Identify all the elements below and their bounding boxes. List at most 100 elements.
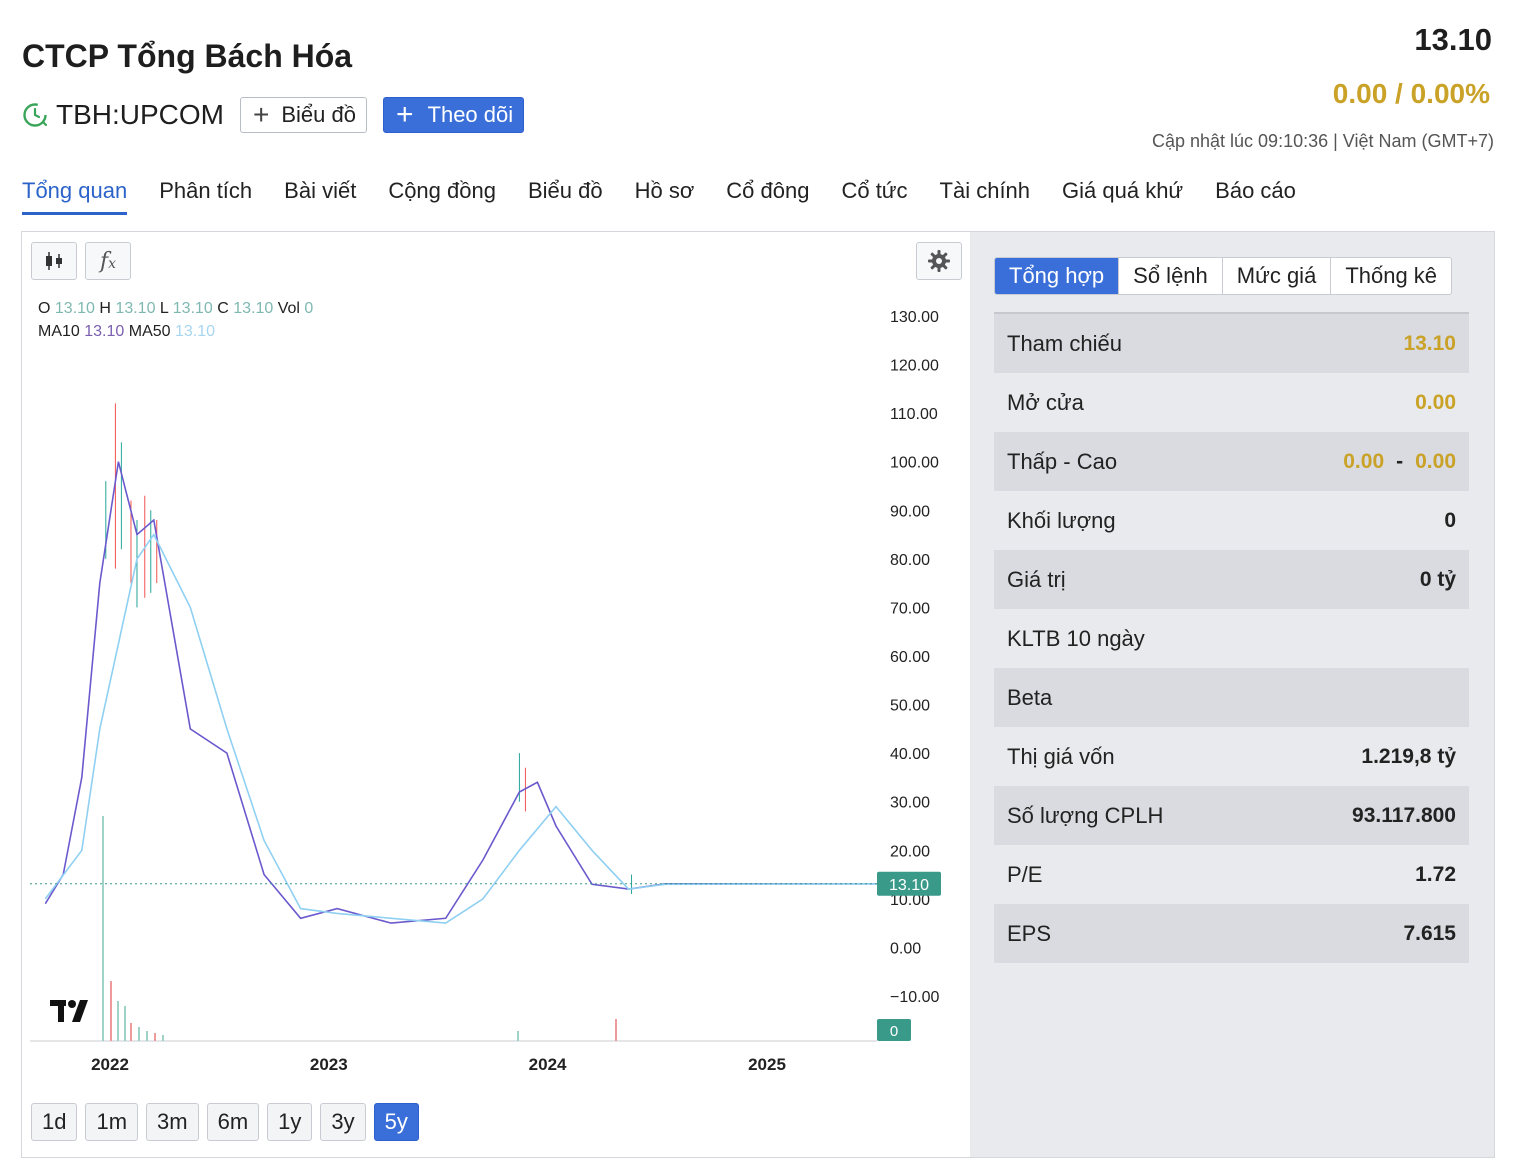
price-chart-svg[interactable]: 130.00 120.00 110.00 100.00 90.00 80.00 70.00 6… — [22, 232, 970, 1102]
chart-settings-button[interactable] — [916, 242, 962, 280]
update-time: Cập nhật lúc 09:10:36 | Việt Nam (GMT+7) — [1151, 131, 1494, 151]
ticker-row: TBH:UPCOM + Biểu đồ + Theo dõi — [22, 96, 525, 134]
current-price: 13.10 — [1414, 22, 1492, 57]
stat-row-reference: Tham chiếu 13.10 — [994, 314, 1469, 373]
stat-label: Mở cửa — [1007, 389, 1084, 415]
ma10-line — [44, 461, 903, 924]
ma50-label: MA50 — [128, 323, 171, 340]
tab-financials[interactable]: Tài chính — [940, 178, 1031, 215]
stat-value: 0 — [1444, 508, 1456, 532]
y-tick-label: 110.00 — [890, 406, 938, 423]
range-3m-button[interactable]: 3m — [146, 1103, 199, 1141]
volume-bar — [517, 1031, 519, 1041]
plus-icon: + — [395, 98, 414, 131]
y-tick-label: −10.00 — [890, 989, 939, 1006]
stat-label: Số lượng CPLH — [1007, 802, 1164, 828]
stat-value: 1.72 — [1415, 862, 1456, 886]
candle-style-button[interactable] — [31, 242, 77, 280]
overview-panel: 130.00 120.00 110.00 100.00 90.00 80.00 70.00 6… — [21, 231, 1495, 1158]
y-tick-label: 70.00 — [890, 600, 930, 617]
indicators-button[interactable]: fx — [85, 242, 131, 280]
stat-label: Thị giá vốn — [1007, 743, 1115, 769]
volume-bar — [146, 1031, 148, 1041]
open-value: 13.10 — [54, 300, 95, 317]
range-3y-button[interactable]: 3y — [320, 1103, 366, 1141]
tab-reports[interactable]: Báo cáo — [1215, 178, 1296, 215]
function-icon: fx — [99, 248, 117, 274]
add-chart-button[interactable]: + Biểu đồ — [240, 97, 367, 133]
ma50-value: 13.10 — [175, 323, 216, 340]
stat-value: 0 tỷ — [1419, 567, 1456, 591]
tab-analysis[interactable]: Phân tích — [159, 178, 252, 215]
x-tick-label: 2023 — [310, 1055, 348, 1074]
tab-order-book[interactable]: Sổ lệnh — [1119, 258, 1223, 294]
stat-label: EPS — [1007, 920, 1052, 946]
tab-profile[interactable]: Hồ sơ — [635, 178, 695, 215]
market-clock-icon — [23, 103, 48, 127]
low-value: 0.00 — [1343, 449, 1385, 473]
ma10-label: MA10 — [38, 323, 80, 340]
tab-statistics[interactable]: Thống kê — [1331, 258, 1451, 294]
stat-value: 93.117.800 — [1352, 803, 1456, 827]
stat-row-low-high: Thấp - Cao 0.00 - 0.00 — [994, 432, 1469, 491]
range-5y-button[interactable]: 5y — [373, 1103, 419, 1141]
close-label: C — [217, 300, 229, 317]
y-tick-label: 90.00 — [890, 503, 930, 520]
stat-label: Tham chiếu — [1007, 330, 1122, 356]
ohlc-legend: O 13.10 H 13.10 L 13.10 C 13.10 Vol 0 — [38, 300, 313, 318]
plus-icon: + — [253, 99, 270, 130]
add-chart-label: Biểu đồ — [281, 102, 356, 127]
stat-row-open: Mở cửa 0.00 — [994, 373, 1469, 432]
x-tick-label: 2024 — [529, 1055, 567, 1074]
volume-bar — [130, 1023, 132, 1041]
stat-label: Khối lượng — [1007, 507, 1116, 533]
range-1d-button[interactable]: 1d — [31, 1103, 78, 1141]
tab-overview[interactable]: Tổng quan — [22, 178, 128, 215]
y-tick-label: 50.00 — [890, 698, 930, 715]
y-tick-label: 100.00 — [890, 455, 939, 472]
y-tick-label: 0.00 — [890, 940, 921, 957]
time-range-bar: 1d 1m 3m 6m 1y 3y 5y — [31, 1103, 427, 1141]
summary-stats: Tham chiếu 13.10 Mở cửa 0.00 Thấp - Cao … — [994, 312, 1469, 963]
volume-value: 0 — [304, 300, 314, 317]
volume-bar — [162, 1035, 164, 1041]
range-1m-button[interactable]: 1m — [85, 1103, 139, 1141]
volume-bar — [117, 1001, 119, 1041]
high-label: H — [99, 300, 111, 317]
y-tick-label: 30.00 — [890, 795, 930, 812]
ma10-value: 13.10 — [84, 323, 125, 340]
tab-summary[interactable]: Tổng hợp — [995, 258, 1120, 294]
candlestick-icon — [46, 252, 62, 270]
x-tick-label: 2025 — [748, 1055, 786, 1074]
low-value: 13.10 — [172, 300, 213, 317]
follow-button[interactable]: + Theo dõi — [382, 97, 525, 133]
tab-shareholders[interactable]: Cổ đông — [726, 178, 809, 215]
volume-bar — [138, 1027, 140, 1041]
tab-community[interactable]: Cộng đồng — [388, 178, 496, 215]
stat-label: Beta — [1007, 684, 1053, 710]
stat-value: 1.219,8 tỷ — [1361, 744, 1456, 768]
stat-label: Thấp - Cao — [1007, 448, 1118, 474]
follow-label: Theo dõi — [427, 102, 514, 127]
x-tick-label: 2022 — [91, 1055, 129, 1074]
y-tick-label: 80.00 — [890, 552, 930, 569]
range-6m-button[interactable]: 6m — [206, 1103, 260, 1141]
y-tick-label: 120.00 — [890, 358, 939, 375]
open-label: O — [38, 300, 51, 317]
volume-bar — [102, 816, 104, 1041]
low-label: L — [159, 300, 169, 317]
tradingview-logo-icon — [50, 1000, 88, 1022]
tab-historical-prices[interactable]: Giá quá khứ — [1062, 178, 1183, 215]
tab-price-levels[interactable]: Mức giá — [1223, 258, 1332, 294]
stat-row-pe: P/E 1.72 — [994, 845, 1469, 904]
tab-chart[interactable]: Biểu đồ — [528, 178, 603, 215]
range-1y-button[interactable]: 1y — [267, 1103, 313, 1141]
summary-sidebar: Tổng hợp Sổ lệnh Mức giá Thống kê Tham c… — [970, 232, 1494, 1157]
ticker-symbol: TBH:UPCOM — [56, 99, 224, 130]
stat-value: 0.00 - 0.00 — [1343, 450, 1456, 474]
tab-dividends[interactable]: Cổ tức — [841, 178, 907, 215]
company-name: CTCP Tổng Bách Hóa — [22, 38, 353, 74]
stat-label: P/E — [1007, 861, 1043, 887]
price-chart: 130.00 120.00 110.00 100.00 90.00 80.00 70.00 6… — [22, 232, 970, 1157]
tab-articles[interactable]: Bài viết — [284, 178, 356, 215]
